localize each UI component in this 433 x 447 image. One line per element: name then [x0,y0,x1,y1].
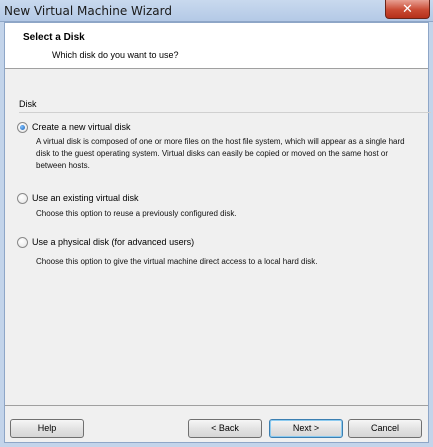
close-button[interactable]: ✕ [385,0,430,19]
wizard-header: Select a Disk Which disk do you want to … [5,23,428,69]
footer-divider [5,405,428,406]
window-frame: Select a Disk Which disk do you want to … [0,22,433,447]
disk-group-label: Disk [19,99,37,109]
radio-use-existing-disk[interactable] [17,193,28,204]
dialog-body: Select a Disk Which disk do you want to … [4,22,431,443]
option-desc-use-existing: Choose this option to reuse a previously… [36,209,237,218]
option-label-use-physical[interactable]: Use a physical disk (for advanced users) [32,237,194,247]
help-button[interactable]: Help [10,419,84,438]
page-title: Select a Disk [23,32,85,43]
radio-use-physical-disk[interactable] [17,237,28,248]
group-divider [19,112,431,113]
radio-create-new-disk[interactable] [17,122,28,133]
option-desc-create-new: A virtual disk is composed of one or mor… [36,137,405,170]
option-desc-use-physical: Choose this option to give the virtual m… [36,257,318,266]
option-label-use-existing[interactable]: Use an existing virtual disk [32,193,139,203]
page-subtitle: Which disk do you want to use? [52,50,179,60]
option-label-create-new[interactable]: Create a new virtual disk [32,122,131,132]
title-bar: New Virtual Machine Wizard ✕ [0,0,433,22]
next-button[interactable]: Next > [269,419,343,438]
window-title: New Virtual Machine Wizard [4,4,172,18]
close-icon: ✕ [402,1,413,16]
cancel-button[interactable]: Cancel [348,419,422,438]
back-button[interactable]: < Back [188,419,262,438]
